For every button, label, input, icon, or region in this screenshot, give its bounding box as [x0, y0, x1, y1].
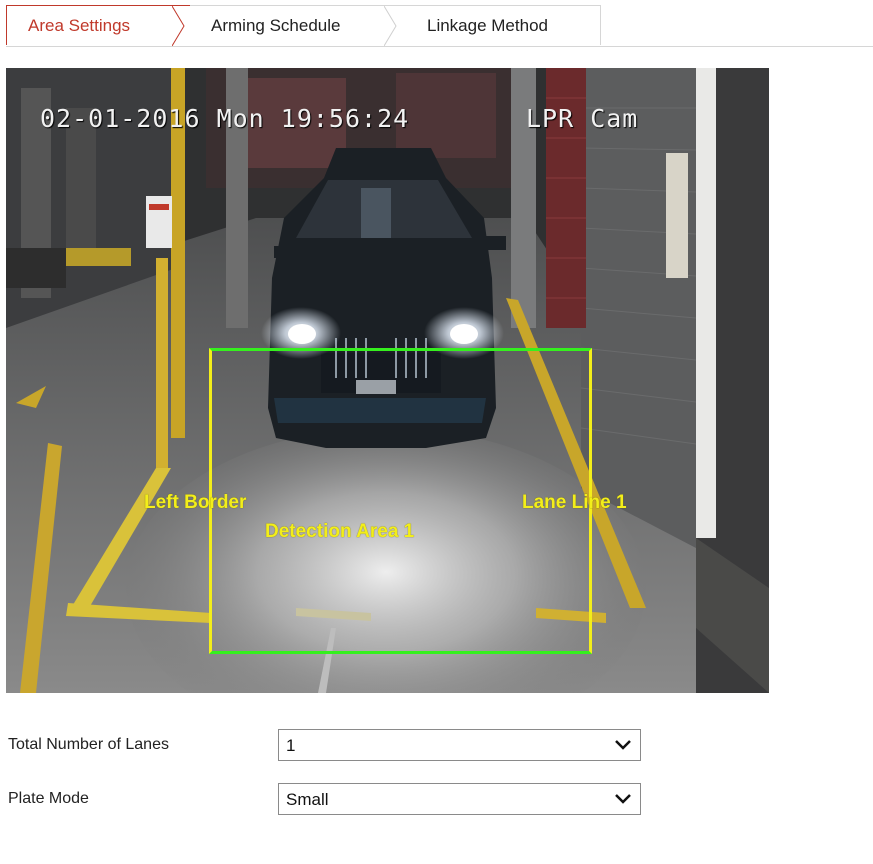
camera-preview[interactable]: 02-01-2016 Mon 19:56:24 LPR Cam Left Bor… [6, 68, 769, 693]
left-border-label: Left Border [144, 492, 247, 513]
tab-arming-schedule[interactable]: Arming Schedule [190, 5, 402, 46]
plate-mode-value: Small [286, 790, 329, 809]
lane-line-label: Lane Line 1 [522, 492, 627, 513]
tab-separator-chevron-icon [384, 6, 397, 46]
tab-bar: Area Settings Arming Schedule Linkage Me… [6, 5, 873, 47]
total-lanes-label: Total Number of Lanes [8, 736, 169, 753]
osd-datetime: 02-01-2016 Mon 19:56:24 [40, 104, 410, 133]
tab-area-settings[interactable]: Area Settings [6, 5, 190, 46]
chevron-down-icon [615, 740, 631, 750]
tab-separator-chevron-icon [172, 6, 185, 46]
total-lanes-select[interactable]: 1 [278, 729, 641, 761]
plate-mode-select[interactable]: Small [278, 783, 641, 815]
tab-linkage-method[interactable]: Linkage Method [402, 5, 601, 45]
chevron-down-icon [615, 794, 631, 804]
osd-camera-name: LPR Cam [526, 104, 639, 133]
tab-linkage-method-label: Linkage Method [427, 16, 548, 35]
tab-arming-schedule-label: Arming Schedule [211, 16, 341, 35]
detection-area-label: Detection Area 1 [265, 521, 415, 542]
total-lanes-value: 1 [286, 736, 296, 755]
tab-area-settings-label: Area Settings [28, 16, 131, 35]
plate-mode-label: Plate Mode [8, 790, 89, 807]
